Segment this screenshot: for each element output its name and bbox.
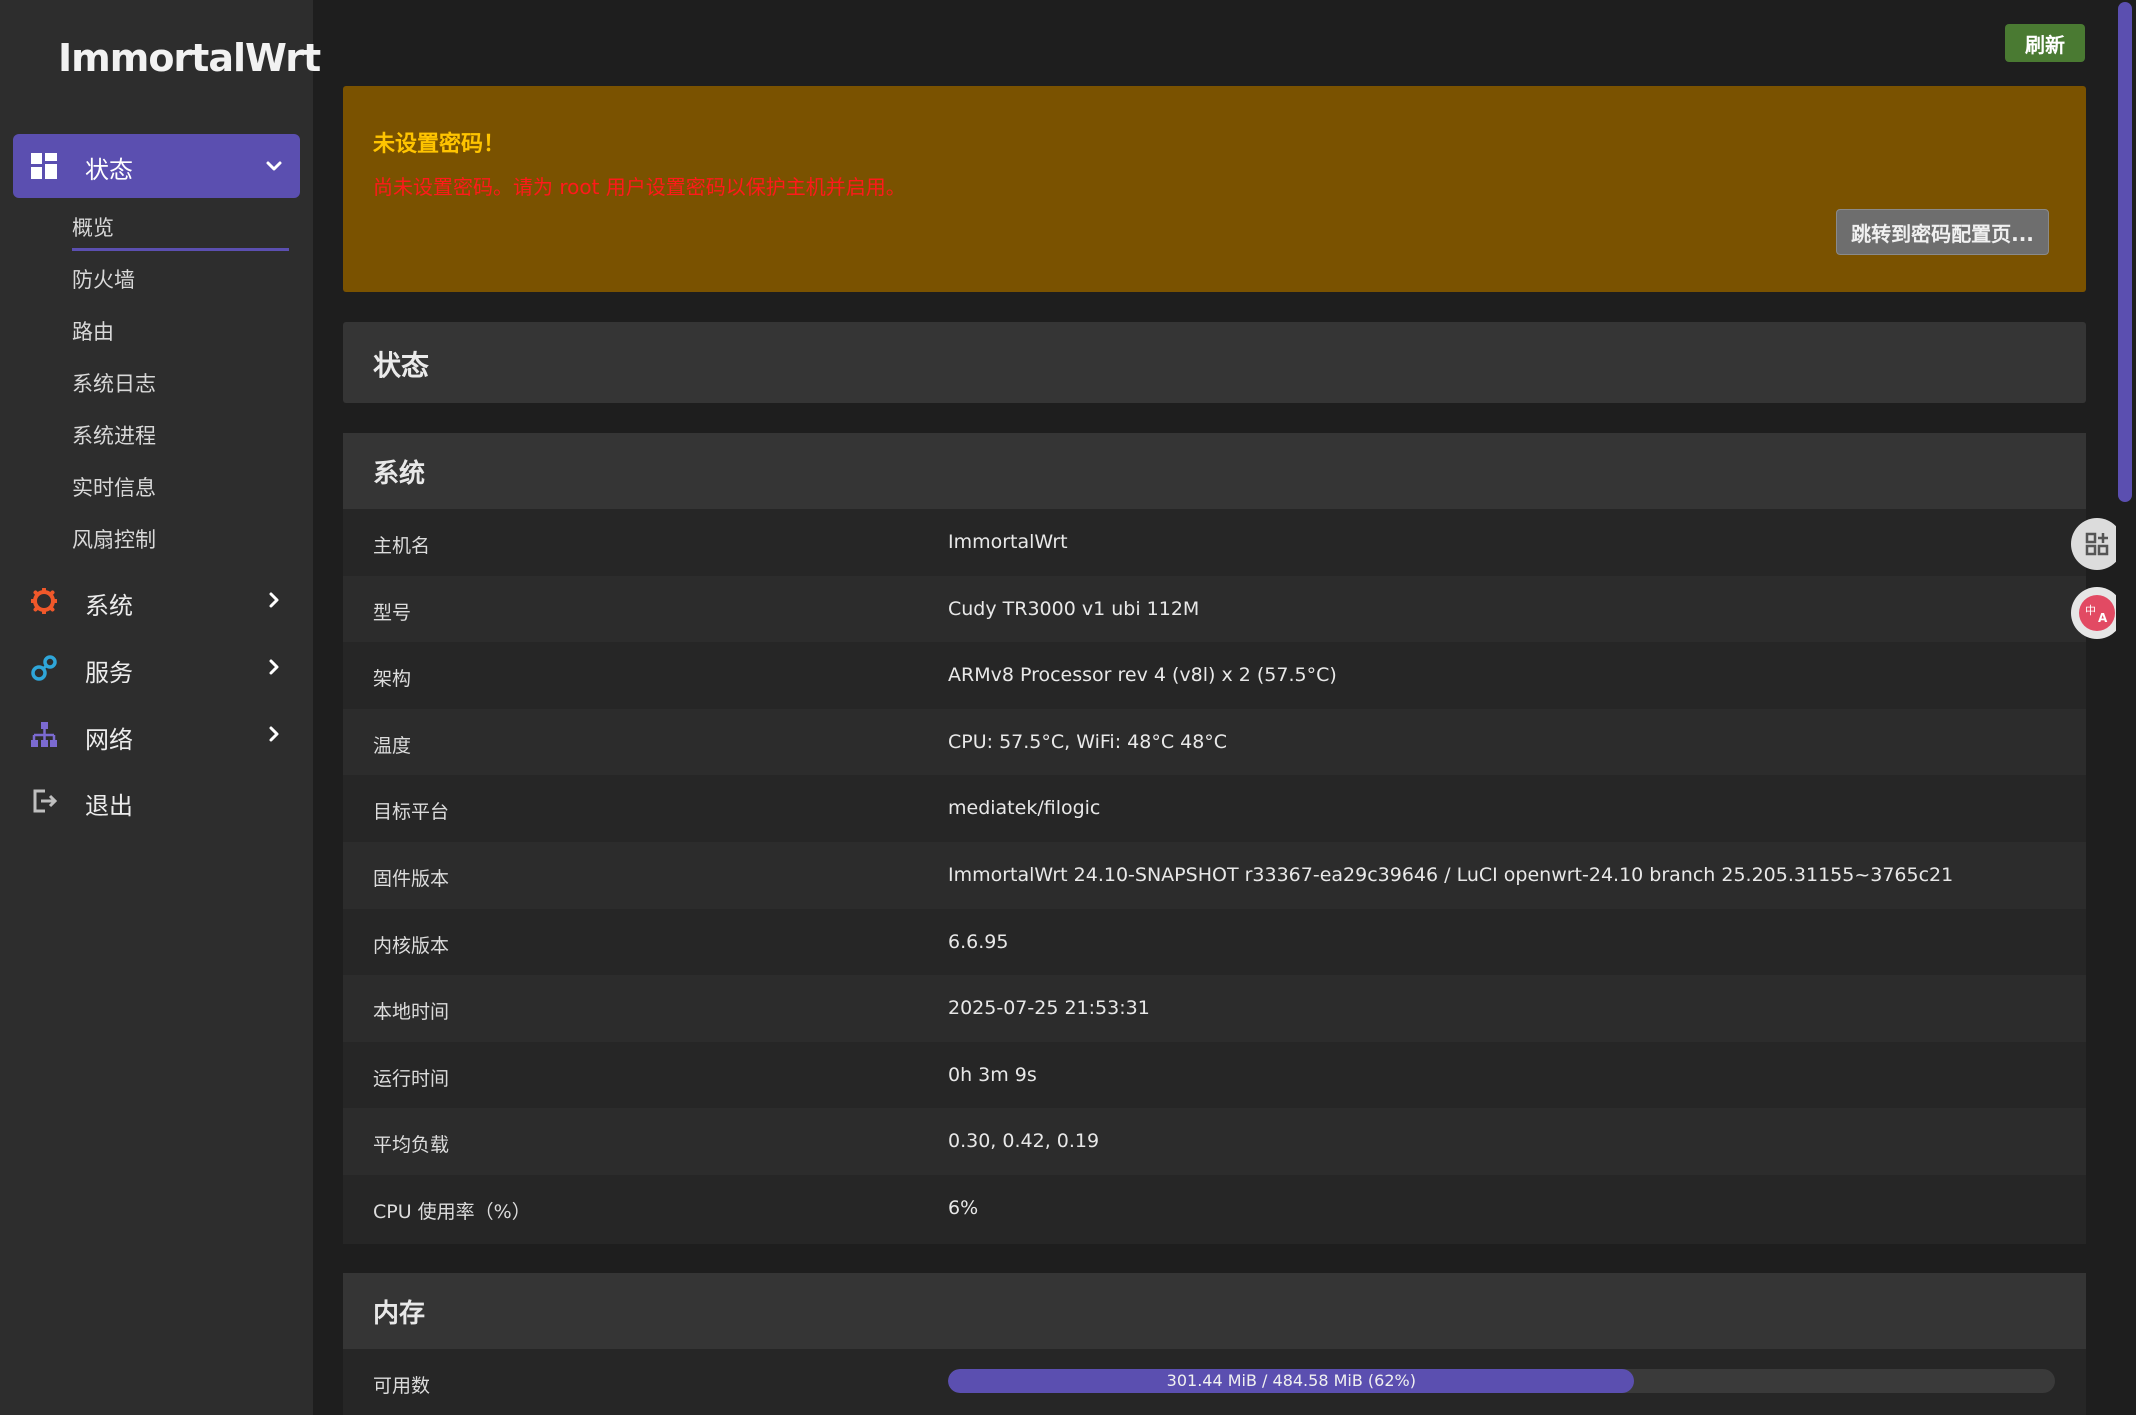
sidebar-subitem-overview[interactable]: 概览 (72, 212, 114, 242)
section-header: 内存 (343, 1273, 2086, 1349)
page-header: 状态 (343, 322, 2086, 403)
table-row: 型号 Cudy TR3000 v1 ubi 112M (343, 575, 2086, 643)
section-title: 系统 (373, 459, 426, 489)
table-row: 平均负载 0.30, 0.42, 0.19 (343, 1108, 2086, 1175)
sidebar-item-status[interactable]: 状态 (13, 134, 300, 198)
row-label: 本地时间 (373, 1001, 450, 1024)
table-row: 本地时间 2025-07-25 21:53:31 (343, 975, 2086, 1042)
row-value: 6.6.95 (948, 930, 1009, 953)
sidebar-subitem-routes[interactable]: 路由 (72, 316, 114, 346)
memory-section: 内存 可用数 301.44 MiB / 484.58 MiB (62%) (343, 1273, 2086, 1415)
row-label: 温度 (373, 734, 412, 757)
brand-logo[interactable]: ImmortalWrt (58, 36, 321, 80)
gear-icon (31, 588, 57, 614)
page-title: 状态 (373, 349, 430, 382)
sidebar-subitem-syslog[interactable]: 系统日志 (72, 368, 156, 398)
row-label: 内核版本 (373, 934, 450, 957)
row-value: CPU: 57.5°C, WiFi: 48°C 48°C (948, 730, 1228, 753)
row-label: 可用数 (373, 1375, 431, 1397)
row-value: 0.30, 0.42, 0.19 (948, 1130, 1100, 1153)
row-label: 架构 (373, 668, 412, 691)
svg-text:A: A (2098, 611, 2108, 625)
row-label: 平均负载 (373, 1134, 450, 1157)
row-value: 2025-07-25 21:53:31 (948, 997, 1150, 1020)
row-label: CPU 使用率（%） (373, 1200, 531, 1223)
scrollbar-thumb[interactable] (2118, 2, 2132, 502)
table-row: 内核版本 6.6.95 (343, 909, 2086, 976)
sidebar-item-network[interactable]: 网络 (13, 706, 300, 762)
table-row: 运行时间 0h 3m 9s (343, 1042, 2086, 1109)
sidebar: ImmortalWrt 状态 概览 防火墙 路由 系统日志 系统进程 实时信息 … (0, 0, 321, 1415)
row-label: 运行时间 (373, 1067, 450, 1090)
chevron-down-icon (266, 161, 282, 171)
row-value: 6% (948, 1196, 979, 1219)
table-row: 架构 ARMv8 Processor rev 4 (v8l) x 2 (57.5… (343, 642, 2086, 709)
alert-message: 尚未设置密码。请为 root 用户设置密码以保护主机并启用。 (373, 175, 906, 199)
network-icon (31, 722, 57, 747)
password-alert: 未设置密码！ 尚未设置密码。请为 root 用户设置密码以保护主机并启用。 跳转… (343, 86, 2086, 292)
sidebar-item-label: 状态 (85, 156, 133, 184)
services-icon (31, 655, 57, 681)
sidebar-item-label: 网络 (85, 726, 133, 754)
row-value: Cudy TR3000 v1 ubi 112M (948, 597, 1200, 620)
section-header: 系统 (343, 433, 2086, 509)
row-value: ImmortalWrt 24.10-SNAPSHOT r33367-ea29c3… (948, 863, 1954, 886)
sidebar-item-label: 退出 (85, 792, 133, 820)
system-section: 系统 主机名 ImmortalWrt 型号 Cudy TR3000 v1 ubi… (343, 433, 2086, 1244)
grid-icon (31, 153, 57, 179)
row-value: mediatek/filogic (948, 797, 1101, 820)
row-label: 目标平台 (373, 801, 450, 824)
sidebar-item-services[interactable]: 服务 (13, 639, 300, 695)
section-title: 内存 (373, 1299, 426, 1329)
chevron-right-icon (269, 726, 279, 742)
table-row: 目标平台 mediatek/filogic (343, 775, 2086, 842)
memory-progress-text: 301.44 MiB / 484.58 MiB (62%) (1166, 1371, 1416, 1390)
refresh-button[interactable]: 刷新 (2005, 24, 2085, 62)
chevron-right-icon (269, 659, 279, 675)
alert-title: 未设置密码！ (373, 132, 506, 157)
table-row: 固件版本 ImmortalWrt 24.10-SNAPSHOT r33367-e… (343, 841, 2086, 909)
row-value: ImmortalWrt (948, 531, 1068, 553)
row-label: 固件版本 (373, 867, 450, 890)
active-underline (72, 248, 289, 251)
sidebar-subitem-firewall[interactable]: 防火墙 (72, 264, 135, 294)
sidebar-item-label: 系统 (85, 592, 133, 620)
sidebar-subitem-fan-control[interactable]: 风扇控制 (72, 524, 156, 554)
table-row: 主机名 ImmortalWrt (343, 509, 2086, 576)
table-row: 可用数 301.44 MiB / 484.58 MiB (62%) (343, 1349, 2086, 1415)
sidebar-item-label: 服务 (85, 659, 133, 687)
sidebar-item-logout[interactable]: 退出 (13, 772, 300, 828)
table-row: CPU 使用率（%） 6% (343, 1175, 2086, 1242)
row-value: 0h 3m 9s (948, 1063, 1037, 1086)
table-row: 温度 CPU: 57.5°C, WiFi: 48°C 48°C (343, 708, 2086, 776)
sidebar-item-system[interactable]: 系统 (13, 572, 300, 628)
sidebar-subitem-processes[interactable]: 系统进程 (72, 420, 156, 450)
svg-text:中: 中 (2085, 604, 2096, 617)
chevron-right-icon (269, 592, 279, 608)
goto-password-button[interactable]: 跳转到密码配置页... (1836, 209, 2049, 255)
memory-progress-bar: 301.44 MiB / 484.58 MiB (62%) (948, 1369, 2055, 1393)
sidebar-subitem-realtime[interactable]: 实时信息 (72, 472, 156, 502)
row-value: ARMv8 Processor rev 4 (v8l) x 2 (57.5°C) (948, 664, 1337, 687)
row-label: 主机名 (373, 535, 431, 557)
logout-icon (33, 789, 57, 813)
row-label: 型号 (373, 601, 412, 624)
